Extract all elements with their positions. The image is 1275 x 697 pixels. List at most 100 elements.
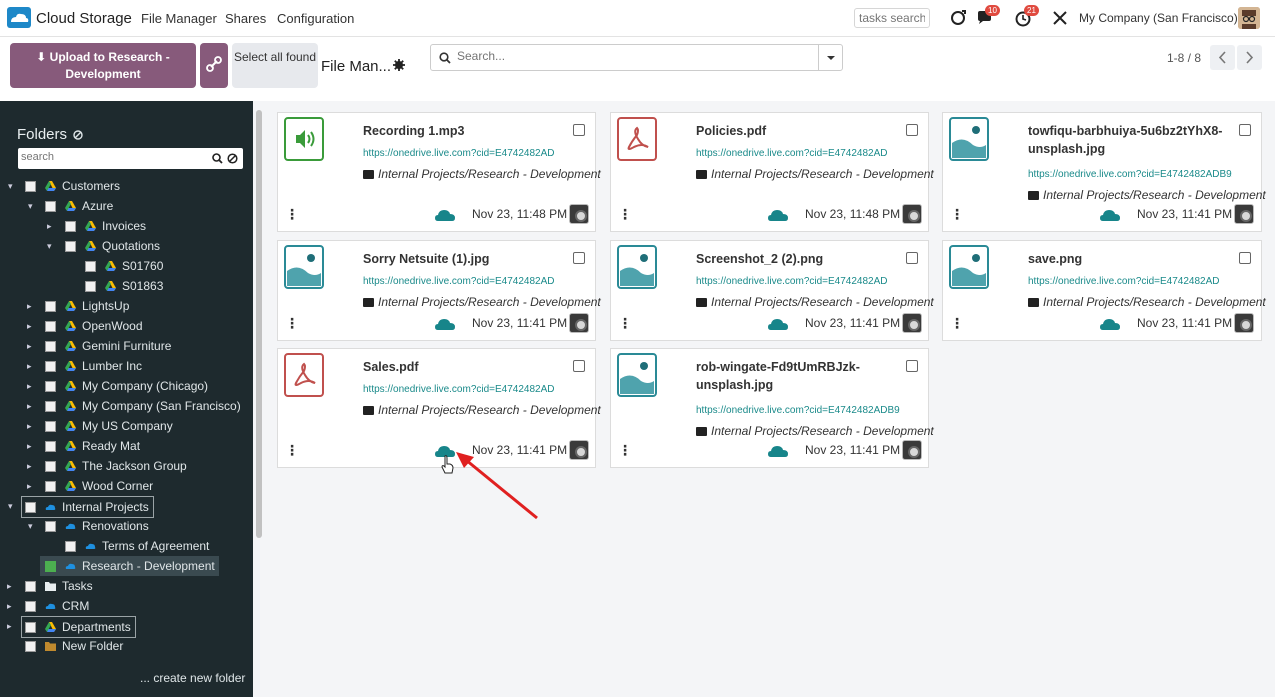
owner-avatar[interactable] — [902, 204, 922, 224]
toggle-ready-mat[interactable]: ▸ — [27, 441, 32, 452]
search-icon[interactable] — [212, 153, 223, 164]
search-input[interactable] — [457, 49, 817, 63]
folder-terms-of-agreement[interactable]: Terms of Agreement — [65, 536, 209, 556]
folder-checkbox[interactable] — [85, 260, 96, 272]
folder-checkbox[interactable] — [45, 420, 56, 432]
clear-search-icon[interactable] — [227, 153, 238, 164]
cloud-sync-icon[interactable] — [768, 445, 788, 458]
toggle-us[interactable]: ▸ — [27, 421, 32, 432]
folder-checkbox[interactable] — [25, 580, 36, 592]
clear-filter-icon[interactable] — [73, 130, 83, 140]
folder-departments[interactable]: Departments — [21, 616, 136, 638]
cloud-storage-logo-icon[interactable] — [7, 7, 31, 28]
more-options-icon[interactable]: ⋮ — [950, 316, 964, 330]
tasks-search-input[interactable] — [854, 8, 930, 28]
folder-gemini-furniture[interactable]: Gemini Furniture — [45, 336, 171, 356]
file-name[interactable]: save.png — [1028, 250, 1233, 268]
folder-checkbox[interactable] — [25, 600, 36, 612]
folder-azure[interactable]: Azure — [45, 196, 113, 216]
upload-button[interactable]: ⬇ Upload to Research - Development — [10, 43, 196, 88]
folder-my-company-sf[interactable]: My Company (San Francisco) — [45, 396, 241, 416]
more-options-icon[interactable]: ⋮ — [618, 443, 632, 457]
toggle-departments[interactable]: ▸ — [7, 621, 12, 632]
folder-search-input[interactable] — [21, 151, 206, 163]
folder-checkbox[interactable] — [45, 460, 56, 472]
cloud-sync-icon[interactable] — [1100, 209, 1120, 222]
file-card[interactable]: Recording 1.mp3 https://onedrive.live.com… — [277, 112, 601, 232]
folder-checkbox[interactable] — [25, 621, 36, 633]
folder-my-company-chicago[interactable]: My Company (Chicago) — [45, 376, 208, 396]
image-file-icon[interactable] — [949, 245, 989, 289]
folder-invoices[interactable]: Invoices — [65, 216, 146, 236]
more-options-icon[interactable]: ⋮ — [950, 207, 964, 221]
folder-checkbox-checked[interactable] — [45, 560, 56, 572]
folder-checkbox[interactable] — [45, 400, 56, 412]
file-card[interactable]: Policies.pdf https://onedrive.live.com?ci… — [610, 112, 934, 232]
file-card[interactable]: save.png https://onedrive.live.com?cid=E4… — [942, 240, 1266, 341]
toggle-internal-projects[interactable]: ▾ — [8, 501, 13, 512]
owner-avatar[interactable] — [569, 204, 589, 224]
folder-checkbox[interactable] — [45, 380, 56, 392]
folder-internal-projects[interactable]: Internal Projects — [21, 496, 154, 518]
file-name[interactable]: towfiqu-barbhuiya-5u6bz2tYhX8-unsplash.j… — [1028, 122, 1233, 158]
file-name[interactable]: Policies.pdf — [696, 122, 901, 140]
folder-checkbox[interactable] — [45, 520, 56, 532]
file-name[interactable]: Sorry Netsuite (1).jpg — [363, 250, 568, 268]
file-card[interactable]: Sales.pdf https://onedrive.live.com?cid=E… — [277, 348, 601, 468]
toggle-jackson[interactable]: ▸ — [27, 461, 32, 472]
cloud-sync-icon[interactable] — [768, 318, 788, 331]
toggle-customers[interactable]: ▾ — [8, 181, 13, 192]
folder-checkbox[interactable] — [65, 220, 76, 232]
image-file-icon[interactable] — [617, 353, 657, 397]
more-options-icon[interactable]: ⋮ — [285, 443, 299, 457]
file-card[interactable]: Screenshot_2 (2).png https://onedrive.liv… — [610, 240, 934, 341]
folder-checkbox[interactable] — [45, 360, 56, 372]
folder-checkbox[interactable] — [45, 300, 56, 312]
toggle-gemini[interactable]: ▸ — [27, 341, 32, 352]
file-card[interactable]: Sorry Netsuite (1).jpg https://onedrive.l… — [277, 240, 601, 341]
cloud-sync-icon[interactable] — [1100, 318, 1120, 331]
file-url-link[interactable]: https://onedrive.live.com?cid=E4742482AD — [363, 148, 567, 159]
select-all-button[interactable]: Select all found — [232, 43, 318, 88]
folder-renovations[interactable]: Renovations — [45, 516, 149, 536]
folder-checkbox[interactable] — [45, 480, 56, 492]
tools-icon[interactable] — [1052, 10, 1068, 26]
gear-icon[interactable] — [393, 59, 405, 71]
folder-s01760[interactable]: S01760 — [85, 256, 163, 276]
file-name[interactable]: Recording 1.mp3 — [363, 122, 568, 140]
cloud-sync-icon[interactable] — [435, 318, 455, 331]
owner-avatar[interactable] — [1234, 313, 1254, 333]
owner-avatar[interactable] — [569, 440, 589, 460]
file-select-checkbox[interactable] — [906, 252, 918, 264]
folder-crm[interactable]: CRM — [25, 596, 89, 616]
toggle-sf[interactable]: ▸ — [27, 401, 32, 412]
more-options-icon[interactable]: ⋮ — [285, 316, 299, 330]
toggle-tasks[interactable]: ▸ — [7, 581, 12, 592]
file-select-checkbox[interactable] — [573, 360, 585, 372]
folder-jackson-group[interactable]: The Jackson Group — [45, 456, 187, 476]
folder-s01863[interactable]: S01863 — [85, 276, 163, 296]
more-options-icon[interactable]: ⋮ — [285, 207, 299, 221]
company-switcher[interactable]: My Company (San Francisco) — [1079, 11, 1238, 25]
messages-button[interactable]: 10 — [975, 5, 1000, 28]
file-name[interactable]: rob-wingate-Fd9tUmRBJzk-unsplash.jpg — [696, 358, 901, 394]
toggle-openwood[interactable]: ▸ — [27, 321, 32, 332]
pager-next-button[interactable] — [1237, 45, 1262, 70]
file-name[interactable]: Sales.pdf — [363, 358, 568, 376]
cloud-sync-icon[interactable] — [768, 209, 788, 222]
create-new-folder-link[interactable]: ... create new folder — [140, 671, 245, 685]
toggle-quotations[interactable]: ▾ — [47, 241, 52, 252]
pager-value[interactable]: 1-8 / 8 — [1167, 51, 1201, 65]
toggle-azure[interactable]: ▾ — [28, 201, 33, 212]
toggle-lightsup[interactable]: ▸ — [27, 301, 32, 312]
folder-checkbox[interactable] — [25, 180, 36, 192]
refresh-sync-icon[interactable] — [948, 8, 968, 28]
owner-avatar[interactable] — [569, 313, 589, 333]
owner-avatar[interactable] — [1234, 204, 1254, 224]
folder-checkbox[interactable] — [45, 440, 56, 452]
file-url-link[interactable]: https://onedrive.live.com?cid=E4742482AD — [696, 148, 900, 159]
folder-ready-mat[interactable]: Ready Mat — [45, 436, 140, 456]
file-name[interactable]: Screenshot_2 (2).png — [696, 250, 901, 268]
app-title[interactable]: Cloud Storage — [36, 10, 132, 27]
folder-openwood[interactable]: OpenWood — [45, 316, 143, 336]
